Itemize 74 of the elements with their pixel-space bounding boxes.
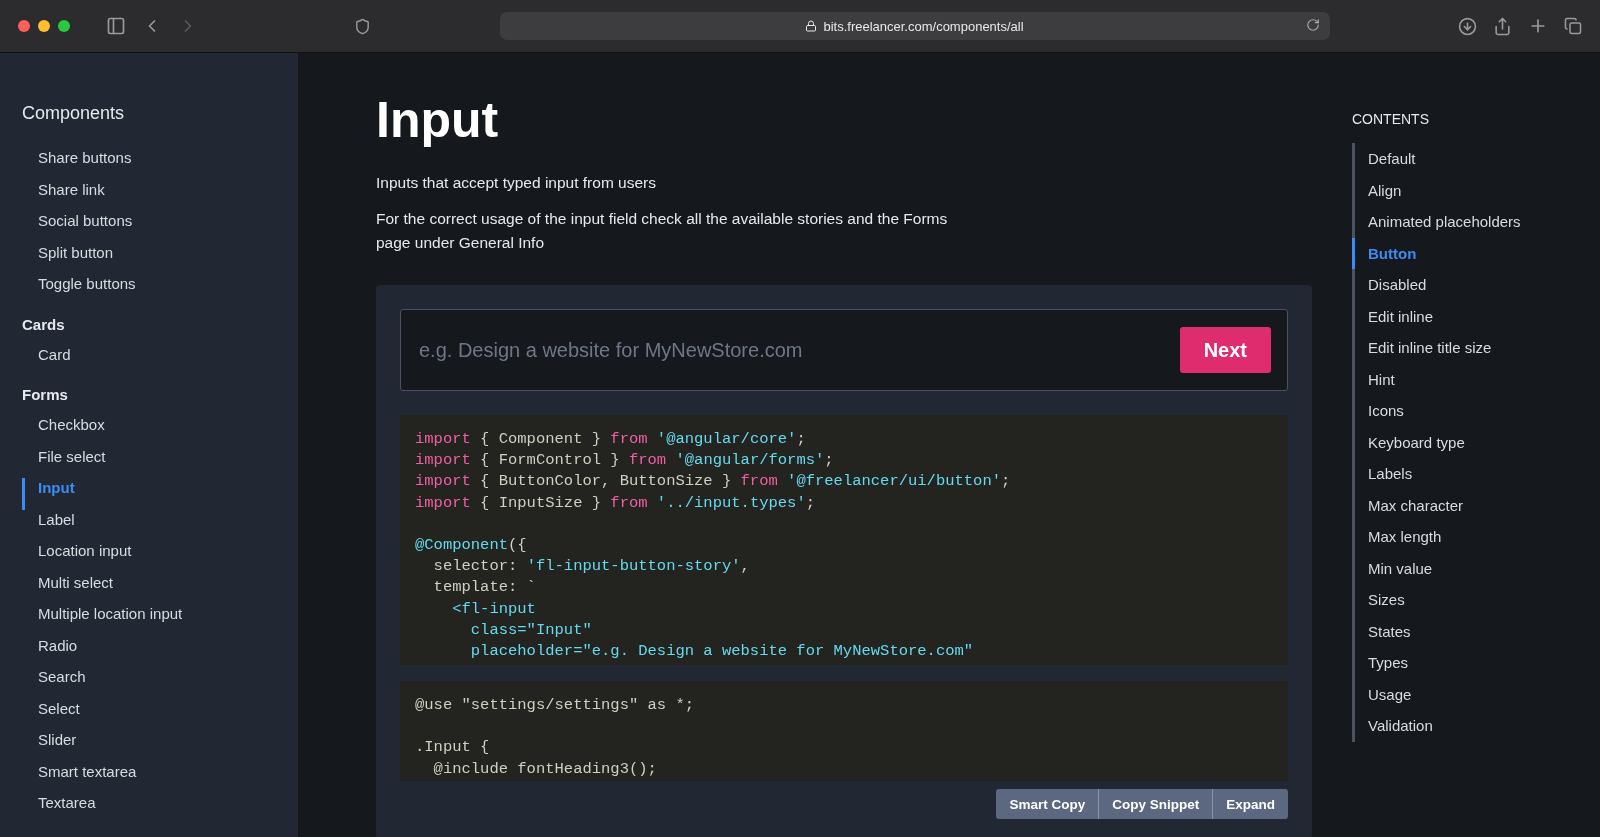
next-button[interactable]: Next (1179, 327, 1271, 373)
copy-action-button[interactable]: Copy Snippet (1099, 789, 1214, 819)
group-heading: Cards (22, 315, 66, 333)
lock-icon (805, 20, 818, 32)
contents-link[interactable]: Icons (1352, 395, 1572, 427)
contents-link[interactable]: Button (1352, 237, 1572, 269)
page-title: Input (376, 91, 500, 149)
contents-link[interactable]: Labels (1352, 458, 1572, 490)
usage-note: For the correct usage of the input field check all the available stories and the Forms page under General Info (376, 209, 949, 253)
sidebar-item[interactable]: Textarea (22, 793, 298, 819)
code-line: @include fontHeading3(); (432, 758, 657, 780)
sidebar-item[interactable]: Social buttons (22, 211, 298, 243)
code-line: template: ` (432, 577, 536, 599)
contents-title: CONTENTS (1352, 111, 1430, 127)
sidebar-item[interactable]: Share buttons (22, 148, 298, 180)
code-line: import { ButtonColor, ButtonSize } from '@freelancer/ui/button'; (415, 471, 1011, 493)
contents-link[interactable]: Edit inline (1352, 300, 1572, 332)
code-line: placeholder="e.g. Design a website for MyNewStore.com" (469, 641, 974, 662)
sidebar-item[interactable]: Split button (22, 242, 298, 274)
contents-link[interactable]: Max length (1352, 521, 1572, 553)
contents-link[interactable]: Animated placeholders (1352, 206, 1572, 238)
sidebar-item[interactable]: Multi select (22, 572, 298, 604)
sidebar-item[interactable]: Location input (22, 541, 298, 573)
sidebar-item[interactable]: Card (22, 344, 298, 376)
sidebar-icon[interactable] (106, 16, 126, 36)
sidebar-item[interactable]: Radio (22, 635, 298, 667)
tabs-icon[interactable] (1564, 17, 1582, 35)
sidebar-item[interactable]: Label (22, 509, 298, 541)
contents-link[interactable]: Validation (1352, 710, 1572, 742)
share-icon[interactable] (1493, 16, 1512, 36)
sidebar-item[interactable]: Smart textarea (22, 761, 298, 793)
code-line: import { Component } from '@angular/core'; (415, 429, 806, 450)
address-bar[interactable]: bits.freelancer.com/components/all (499, 12, 1330, 40)
code-line: <fl-input (451, 598, 536, 620)
contents-link[interactable]: Default (1352, 143, 1572, 175)
sidebar-item[interactable]: Select (22, 698, 298, 730)
input-field[interactable]: e.g. Design a website for MyNewStore.com Next (400, 309, 1288, 391)
page-description: Inputs that accept typed input from users (376, 173, 657, 193)
sidebar-item[interactable]: Multiple location input (22, 604, 298, 636)
code-line: @use "settings/settings" as *; (415, 695, 695, 716)
contents-link[interactable]: Keyboard type (1352, 426, 1572, 458)
copy-action-button[interactable]: Smart Copy (996, 789, 1100, 819)
sidebar-item[interactable]: File select (22, 446, 298, 478)
sidebar-item[interactable]: Checkbox (22, 415, 298, 447)
sidebar-title: Components (22, 103, 126, 124)
group-heading: Forms (22, 386, 69, 403)
contents-link[interactable]: Edit inline title size (1352, 332, 1572, 364)
sidebar-item[interactable]: Slider (22, 730, 298, 762)
code-line: import { FormControl } from '@angular/forms'; (415, 450, 834, 472)
contents-link[interactable]: Usage (1352, 678, 1572, 710)
code-line: class="Input" (469, 619, 592, 641)
zoom-button[interactable] (58, 20, 70, 32)
contents-link[interactable]: Max character (1352, 489, 1572, 521)
code-line: .Input { (415, 737, 490, 759)
sidebar-item[interactable]: Input (22, 478, 298, 510)
code-line: import { InputSize } from '../input.types'; (415, 492, 815, 514)
minimize-button[interactable] (38, 20, 50, 32)
copy-action-button[interactable]: Expand (1213, 789, 1288, 819)
code-line: @Component({ (415, 535, 527, 556)
contents-link[interactable]: Hint (1352, 363, 1572, 395)
sidebar-item[interactable]: Toggle buttons (22, 274, 298, 306)
shield-icon[interactable] (354, 17, 371, 35)
code-line: selector: 'fl-input-button-story', (432, 556, 750, 578)
close-button[interactable] (18, 20, 30, 32)
download-icon[interactable] (1458, 16, 1477, 36)
sidebar-item[interactable]: Share link (22, 179, 298, 211)
contents-link[interactable]: Align (1352, 174, 1572, 206)
contents-link[interactable]: Types (1352, 647, 1572, 679)
contents-link[interactable]: Disabled (1352, 269, 1572, 301)
contents-link[interactable]: States (1352, 615, 1572, 647)
reload-icon[interactable] (1305, 18, 1320, 32)
sidebar-item[interactable]: Search (22, 667, 298, 699)
contents-link[interactable]: Sizes (1352, 584, 1572, 616)
contents-link[interactable]: Min value (1352, 552, 1572, 584)
